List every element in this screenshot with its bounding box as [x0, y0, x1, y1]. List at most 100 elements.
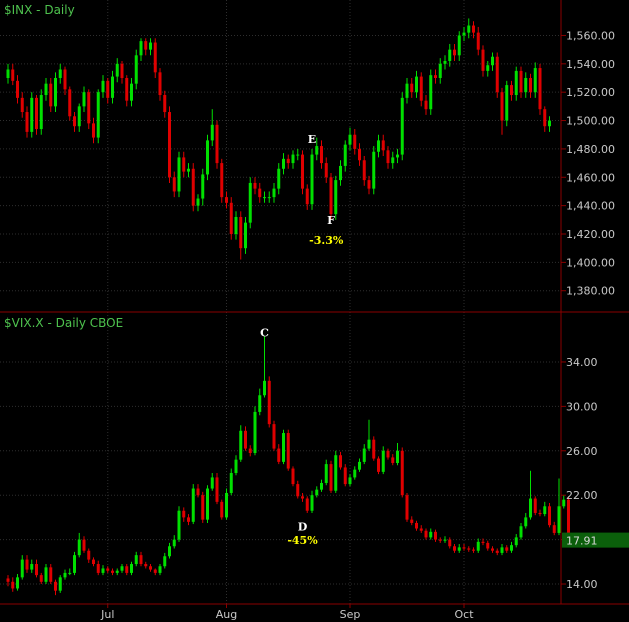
- candle: [400, 447, 404, 498]
- candle-body: [552, 525, 556, 533]
- candle-body: [453, 546, 456, 551]
- candle-body: [481, 49, 485, 71]
- candle-body: [168, 112, 171, 178]
- candle-body: [44, 83, 48, 96]
- candle-body: [263, 380, 266, 396]
- candle-body: [467, 25, 471, 33]
- candle-body: [519, 70, 523, 93]
- candle-body: [196, 488, 200, 496]
- y-tick-label: 26.00: [566, 445, 598, 458]
- candle: [134, 49, 138, 90]
- candle: [220, 499, 224, 520]
- candle-body: [548, 506, 551, 526]
- candle-body: [87, 550, 91, 560]
- candle-body: [92, 123, 95, 138]
- candle: [35, 95, 38, 135]
- candle-body: [187, 517, 190, 522]
- candle: [177, 506, 181, 542]
- candle-body: [68, 572, 72, 574]
- candle-body: [495, 56, 499, 93]
- candle-body: [524, 517, 528, 527]
- candle-body: [424, 530, 428, 538]
- candle-body: [400, 450, 404, 496]
- candle-body: [434, 75, 437, 78]
- candle: [301, 150, 304, 195]
- candle: [30, 92, 34, 138]
- candle-body: [291, 468, 295, 485]
- candle-body: [82, 92, 86, 107]
- candle-body: [248, 182, 252, 223]
- candle-body: [301, 154, 304, 189]
- candle-body: [457, 35, 461, 56]
- candle: [372, 146, 376, 195]
- candle-body: [391, 157, 395, 164]
- candle-body: [367, 180, 371, 189]
- candle-body: [529, 498, 532, 518]
- candle-body: [529, 78, 532, 93]
- candle-body: [486, 65, 490, 71]
- candle-body: [6, 578, 10, 582]
- candle-body: [410, 519, 414, 523]
- candle-body: [11, 69, 15, 81]
- candle-body: [339, 455, 342, 468]
- candle-body: [443, 539, 447, 541]
- candle-body: [358, 461, 361, 470]
- y-tick-label: 30.00: [566, 400, 598, 413]
- candle: [334, 450, 338, 493]
- y-tick-label: 1,500.00: [566, 115, 615, 128]
- candle-body: [424, 100, 428, 110]
- candle-body: [334, 180, 338, 215]
- candle-body: [172, 539, 176, 547]
- candle-body: [267, 380, 271, 425]
- candle-body: [400, 97, 404, 155]
- candle-body: [310, 154, 314, 205]
- y-tick-label: 14.00: [566, 578, 598, 591]
- candle-body: [438, 539, 442, 541]
- annotation-letter: D: [298, 521, 308, 534]
- annotation-letter: E: [308, 133, 316, 146]
- candle-body: [415, 522, 418, 529]
- candle-body: [434, 531, 437, 540]
- candle: [54, 72, 57, 113]
- candle-body: [20, 559, 24, 578]
- candle-body: [77, 106, 81, 127]
- candle-body: [253, 411, 257, 454]
- candle-body: [533, 68, 537, 93]
- candle: [405, 492, 409, 522]
- candle-body: [329, 177, 333, 215]
- candle-body: [481, 541, 485, 543]
- candle: [191, 484, 195, 525]
- candle-body: [225, 492, 228, 518]
- candle-body: [562, 499, 566, 507]
- y-tick-label: 1,520.00: [566, 86, 615, 99]
- candle-body: [106, 80, 110, 98]
- candle-body: [286, 433, 290, 469]
- price-chart: 1,380.00 1,400.00 1,420.00 1,440.00 1,460.00…: [0, 0, 629, 622]
- candle-body: [115, 63, 119, 77]
- candle: [286, 429, 290, 471]
- candle-body: [272, 188, 276, 198]
- candle-body: [149, 42, 152, 50]
- annotation-letter: F: [327, 214, 335, 227]
- candle-body: [429, 531, 433, 538]
- candle-body: [514, 537, 518, 546]
- candle-body: [510, 85, 513, 96]
- candle-body: [239, 430, 243, 460]
- candle-body: [115, 570, 119, 573]
- candle-body: [111, 570, 114, 573]
- candle-body: [329, 464, 333, 491]
- candle-body: [277, 448, 281, 462]
- candle-body: [234, 216, 238, 234]
- candle-body: [101, 80, 105, 93]
- candle-body: [196, 198, 200, 206]
- x-tick-label: Aug: [216, 608, 237, 621]
- candle-body: [296, 154, 300, 156]
- x-tick-label: Jul: [100, 608, 114, 621]
- x-tick-label: Oct: [454, 608, 474, 621]
- candle-body: [486, 542, 490, 549]
- candle-body: [500, 92, 504, 121]
- inx-panel-title: $INX - Daily: [4, 3, 75, 17]
- candle-body: [381, 450, 385, 472]
- candle-body: [453, 49, 456, 56]
- candle-body: [348, 134, 352, 145]
